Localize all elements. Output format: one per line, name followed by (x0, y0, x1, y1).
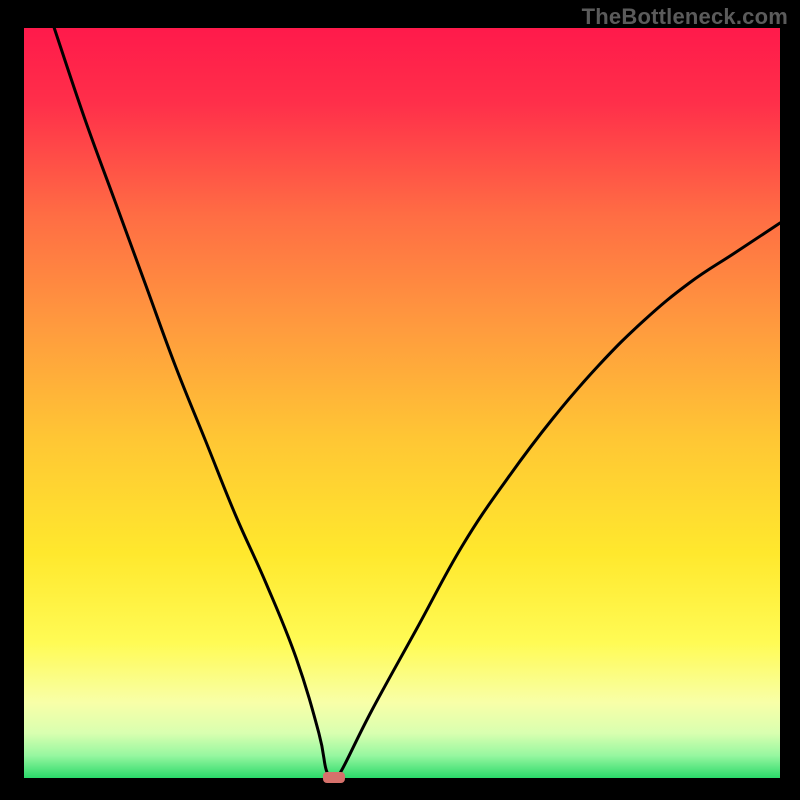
plot-background (24, 28, 780, 778)
minimum-marker (323, 772, 345, 783)
watermark-text: TheBottleneck.com (582, 4, 788, 30)
chart-container: TheBottleneck.com (0, 0, 800, 800)
bottleneck-chart (0, 0, 800, 800)
